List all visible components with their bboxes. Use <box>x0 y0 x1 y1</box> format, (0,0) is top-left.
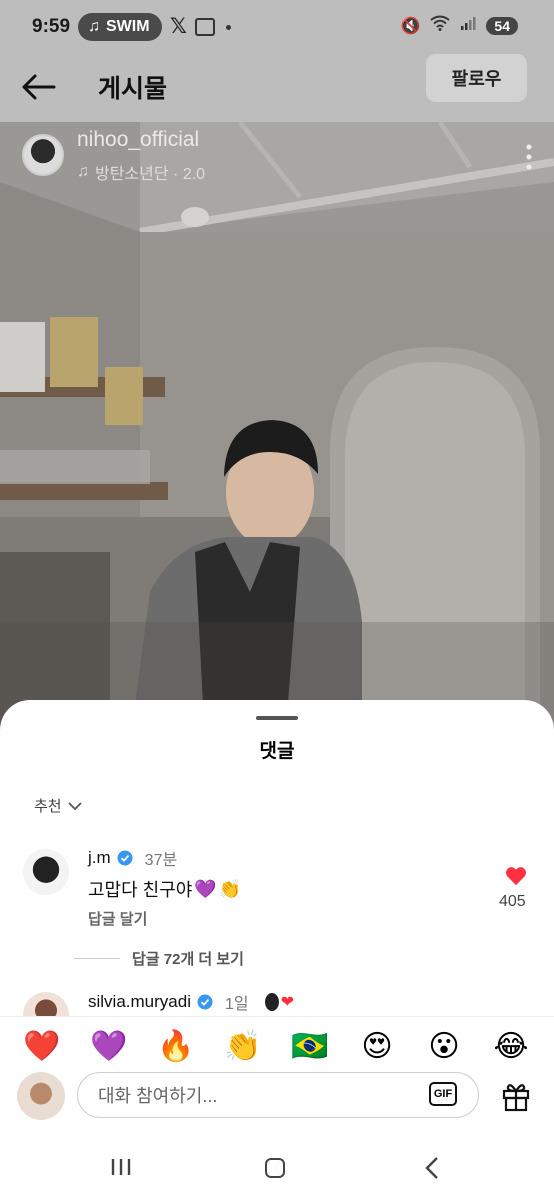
reply-button[interactable]: 답글 달기 <box>88 908 147 929</box>
music-note-icon: ♫ <box>77 163 89 180</box>
emoji-clapping-hands-button[interactable]: 👏 <box>223 1027 263 1067</box>
mute-icon: 🔇 <box>400 17 421 35</box>
comment-time: 37분 <box>144 852 178 869</box>
gif-button[interactable]: GIF <box>429 1082 457 1106</box>
music-note-icon: ♫ <box>88 18 100 35</box>
sort-dropdown[interactable]: 추천 <box>34 795 82 816</box>
view-more-replies-button[interactable]: 답글 72개 더 보기 <box>74 948 244 969</box>
status-bar: 9:59 ♫ SWIM 𝕏 🔇 54 <box>0 0 554 56</box>
emoji-brazil-flag-button[interactable]: 🇧🇷 <box>290 1027 330 1067</box>
home-icon[interactable] <box>265 1158 285 1178</box>
now-playing-pill[interactable]: ♫ SWIM <box>78 13 162 41</box>
system-nav-bar <box>0 1140 554 1200</box>
signal-icon <box>460 15 476 36</box>
like-count: 405 <box>499 893 526 910</box>
creator-liked-badge: ❤ <box>264 992 295 1012</box>
x-app-icon: 𝕏 <box>170 15 187 38</box>
back-arrow-icon[interactable] <box>20 72 56 102</box>
wifi-icon <box>430 15 451 36</box>
commenter-username[interactable]: silvia.muryadi <box>88 992 191 1012</box>
creator-avatar-icon <box>264 993 279 1011</box>
comment-input[interactable]: 대화 참여하기... <box>77 1072 479 1118</box>
red-heart-icon: ❤ <box>280 994 295 1011</box>
chevron-down-icon <box>67 801 82 810</box>
emoji-fire-button[interactable]: 🔥 <box>156 1027 196 1067</box>
commenter-username[interactable]: j.m <box>88 848 111 868</box>
author-avatar[interactable] <box>22 134 64 176</box>
author-username[interactable]: nihoo_official <box>77 128 199 152</box>
view-more-replies-label: 답글 72개 더 보기 <box>132 951 244 968</box>
back-icon[interactable] <box>424 1156 440 1180</box>
clapping-hands-emoji-icon: 👏 <box>218 878 242 899</box>
screenshot-icon <box>195 18 215 36</box>
comment-text-body: 고맙다 친구야 <box>88 880 193 900</box>
page-title: 게시물 <box>98 75 168 103</box>
notification-dot-icon <box>226 25 231 30</box>
verified-badge-icon <box>197 994 213 1010</box>
comment-input-placeholder: 대화 참여하기... <box>98 1086 218 1106</box>
recent-apps-icon[interactable] <box>110 1156 132 1178</box>
comment-composer: 대화 참여하기... GIF <box>0 1066 554 1132</box>
video-frame-image <box>0 122 554 742</box>
liked-heart-icon[interactable] <box>505 866 527 886</box>
comments-title: 댓글 <box>259 741 295 762</box>
comment-header: silvia.muryadi 1일 ❤ <box>88 990 294 1014</box>
more-options-icon[interactable] <box>526 144 532 170</box>
comment-time: 1일 <box>224 996 249 1013</box>
emoji-tears-of-joy-button[interactable]: 😂 <box>491 1027 531 1067</box>
comment-header: j.m 37분 <box>88 846 177 870</box>
emoji-surprised-button[interactable]: 😮 <box>424 1027 464 1067</box>
comment-text: 고맙다 친구야 💜 👏 <box>88 876 241 902</box>
verified-badge-icon <box>117 850 133 866</box>
music-label: 방탄소년단 · 2.0 <box>95 166 206 183</box>
commenter-avatar[interactable] <box>23 849 69 895</box>
divider-line <box>74 958 120 959</box>
status-time: 9:59 <box>32 16 71 37</box>
now-playing-label: SWIM <box>106 18 150 35</box>
sort-label: 추천 <box>34 798 62 815</box>
emoji-red-heart-button[interactable]: ❤️ <box>22 1027 62 1067</box>
music-attribution[interactable]: ♫ 방탄소년단 · 2.0 <box>77 160 205 184</box>
my-avatar <box>17 1072 65 1120</box>
sheet-drag-handle[interactable] <box>256 716 298 720</box>
gift-icon[interactable] <box>500 1080 532 1112</box>
follow-button[interactable]: 팔로우 <box>426 54 527 102</box>
emoji-heart-eyes-button[interactable]: 😍 <box>357 1027 397 1067</box>
purple-heart-emoji-icon: 💜 <box>194 878 217 899</box>
reel-video[interactable]: nihoo_official ♫ 방탄소년단 · 2.0 <box>0 122 554 742</box>
status-icons: 🔇 54 <box>400 15 518 36</box>
emoji-purple-heart-button[interactable]: 💜 <box>89 1027 129 1067</box>
battery-indicator: 54 <box>486 16 518 35</box>
post-header: 게시물 팔로우 <box>0 54 554 122</box>
